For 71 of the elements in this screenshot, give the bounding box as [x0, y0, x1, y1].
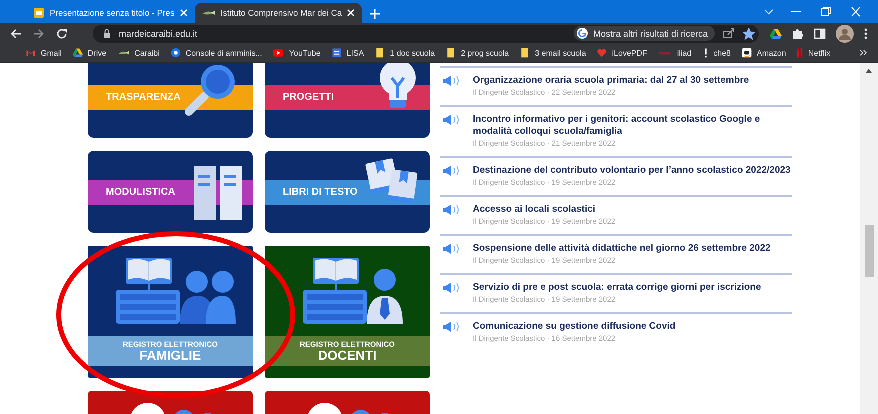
logo-icon — [796, 48, 804, 58]
news-title-link[interactable]: Incontro informativo per i genitori: account scolastico Google e modalità colloqui scuola/famiglia — [473, 114, 792, 138]
bookmark-link[interactable]: 2 prog scuola — [445, 47, 510, 59]
megaphone-icon — [442, 243, 461, 255]
back-arrow-icon[interactable] — [10, 28, 22, 40]
slides-icon — [33, 7, 45, 19]
bookmark-link[interactable]: Amazon — [740, 47, 786, 59]
tile-title: FAMIGLIE — [140, 348, 202, 362]
tile-title: DOCENTI — [318, 348, 377, 362]
bookmark-link[interactable]: Caraibi — [116, 47, 160, 59]
megaphone-icon — [442, 204, 461, 216]
reload-icon[interactable] — [56, 28, 68, 40]
share-icon[interactable] — [723, 28, 735, 39]
url-text: mardeicaraibi.edu.it — [119, 28, 199, 38]
triangle-logo-icon[interactable] — [770, 28, 782, 40]
bookmark-link[interactable]: 1 doc scuola — [374, 47, 436, 59]
heart-icon — [597, 48, 608, 58]
address-bar[interactable]: mardeicaraibi.edu.it Mostra altri risultati di ricerca — [93, 24, 759, 42]
forward-arrow-icon[interactable] — [33, 28, 45, 40]
hexagon-logo-icon — [170, 48, 181, 58]
close-icon[interactable] — [347, 9, 356, 17]
side-panel-icon[interactable] — [814, 28, 826, 40]
menu-tile[interactable]: PROGETTI — [265, 63, 430, 138]
bookmark-link[interactable]: Gmail — [25, 47, 62, 59]
megaphone-icon — [442, 75, 461, 87]
bookmark-page-icon — [520, 48, 530, 58]
scrollbar[interactable] — [860, 63, 878, 414]
avatar-icon[interactable] — [836, 24, 854, 42]
bookmark-link[interactable]: iliad — [657, 47, 692, 59]
news-title-link[interactable]: Sospensione delle attività didattiche nel giorno 26 settembre 2022 — [473, 243, 792, 255]
grid-logo-icon — [332, 48, 342, 58]
menu-tile[interactable]: MODULISTICA — [88, 151, 253, 233]
news-title-link[interactable]: Organizzazione oraria scuola primaria: dal 27 al 30 settembre — [473, 75, 792, 87]
news-title-link[interactable]: Comunicazione su gestione diffusione Covid — [473, 321, 792, 333]
news-title-link[interactable]: Destinazione del contributo volontario per l’anno scolastico 2022/2023 — [473, 165, 792, 177]
bookmark-link[interactable]: Drive — [72, 47, 107, 59]
plus-icon[interactable] — [370, 9, 380, 19]
cabinet-icon — [193, 165, 243, 223]
logo-icon — [742, 48, 752, 58]
scroll-up-arrow-icon[interactable] — [866, 69, 872, 73]
menu-tile[interactable] — [265, 391, 430, 414]
bookmark-link[interactable]: Console di amminis... — [170, 47, 262, 59]
play-logo-icon — [273, 48, 284, 58]
menu-dots-icon[interactable] — [864, 28, 868, 40]
scrollbar-thumb[interactable] — [864, 225, 874, 277]
mail-icon — [26, 48, 36, 58]
puzzle-icon[interactable] — [792, 28, 804, 40]
double-chevron-icon[interactable] — [860, 50, 868, 56]
bookmark-page-icon — [446, 48, 456, 58]
megaphone-icon — [442, 165, 461, 177]
chevron-down-icon[interactable] — [764, 8, 774, 16]
browser-tab[interactable]: Istituto Comprensivo Mar dei Ca — [194, 3, 362, 23]
browser-tab[interactable]: Presentazione senza titolo - Pres — [26, 3, 195, 23]
news-title-link[interactable]: Servizio di pre e post scuola: errata corrige giorni per iscrizione — [473, 282, 792, 294]
megaphone-icon — [442, 114, 461, 126]
bookmark-link[interactable]: iLovePDF — [596, 47, 648, 59]
bookmark-page-icon — [375, 48, 386, 58]
bookmark-link[interactable]: LISA — [330, 47, 364, 59]
bookmark-link[interactable]: Netflix — [796, 47, 831, 59]
google-g-icon — [577, 28, 588, 39]
bookmark-link[interactable]: YouTube — [272, 47, 321, 59]
exclamation-icon — [702, 48, 710, 58]
lock-icon — [103, 28, 111, 38]
bookmark-link[interactable]: che8 — [702, 47, 731, 59]
triangle-logo-icon — [72, 48, 83, 58]
news-title-link[interactable]: Accesso ai locali scolastici — [473, 204, 792, 216]
megaphone-icon — [442, 321, 461, 333]
megaphone-icon — [442, 282, 461, 294]
bookmark-link[interactable]: 3 email scuola — [519, 47, 586, 59]
star-filled-icon[interactable] — [743, 28, 755, 40]
search-chip[interactable]: Mostra altri risultati di ricerca — [574, 26, 715, 41]
